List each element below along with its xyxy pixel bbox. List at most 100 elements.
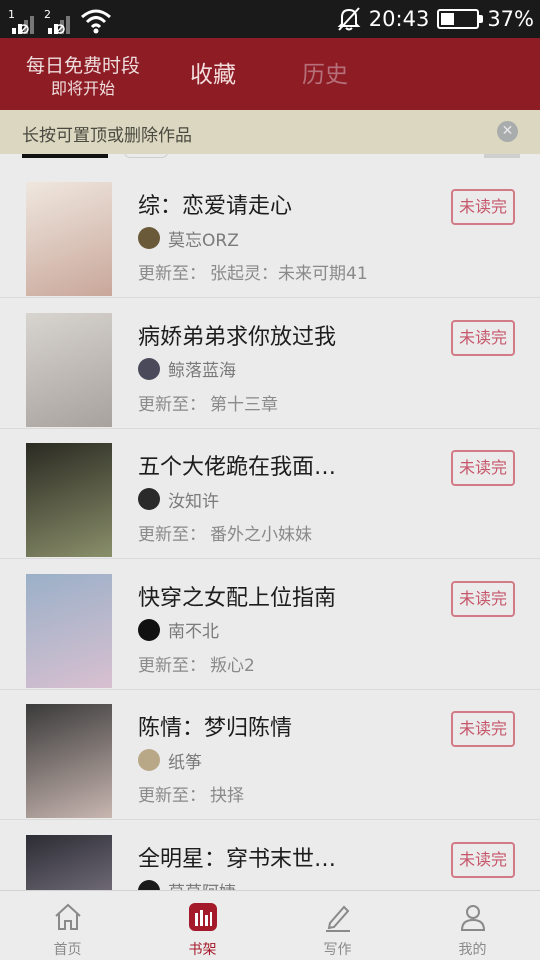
latest-chapter: 更新至： 抉择: [138, 781, 244, 806]
author-name: 纸筝: [168, 752, 202, 773]
author-name: 南不北: [168, 622, 219, 642]
unread-badge[interactable]: 未读完: [451, 450, 515, 486]
author-line: 纸筝: [138, 749, 202, 773]
latest-chapter: 更新至： 张起灵：未来可期41: [138, 259, 368, 284]
battery-percent: 37%: [487, 7, 534, 31]
tab-favorites[interactable]: 收藏: [190, 60, 236, 90]
cover-image: [26, 182, 112, 296]
book-cover[interactable]: [26, 182, 112, 296]
nav-label-write: 写作: [323, 942, 352, 958]
unread-badge[interactable]: 未读完: [451, 580, 515, 617]
book-row[interactable]: 陈情：梦归陈情纸筝更新至： 抉择 未读完: [0, 690, 540, 820]
author-line: 汝知许: [138, 488, 219, 512]
book-cover[interactable]: [26, 704, 112, 818]
battery-charging-icon: ⚡: [437, 9, 484, 29]
update-prefix: 更新至：: [138, 264, 206, 284]
nav-item-write[interactable]: 写作: [270, 891, 405, 960]
author-avatar: [138, 357, 160, 380]
author-line: 草草阿婕: [138, 878, 236, 890]
author-line: 鲸落蓝海: [138, 357, 236, 381]
cover-image: [26, 312, 112, 427]
tip-text: 长按可置顶或删除作品: [22, 126, 192, 146]
book-title[interactable]: 全明星：穿书末世…: [138, 841, 438, 873]
nav-item-bookshelf[interactable]: 书架: [135, 891, 270, 960]
signal-icon: [12, 16, 34, 34]
nav-item-profile[interactable]: 我的: [405, 891, 540, 960]
cover-image: [26, 704, 112, 818]
author-avatar: [138, 488, 160, 510]
author-line: 南不北: [138, 618, 219, 642]
promo-line1: 每日免费时段: [25, 55, 140, 77]
nav-item-home[interactable]: 首页: [0, 891, 135, 960]
book-list: 综：恋爱请走心 莫忘ORZ 更新至： 张起灵：未来可期41 未读完 病娇弟弟求你放过我 鲸落…: [0, 154, 540, 890]
mute-bell-icon: [337, 7, 361, 31]
update-prefix: 更新至：: [138, 786, 206, 806]
book-title[interactable]: 快穿之女配上位指南: [138, 580, 438, 612]
author-name: 草草阿婕: [168, 878, 236, 890]
cover-image: [26, 573, 112, 688]
chapter-name: 抉择: [210, 786, 244, 806]
book-title[interactable]: 病娇弟弟求你放过我: [138, 319, 438, 351]
remnant-block: [484, 154, 520, 158]
close-icon[interactable]: ✕: [497, 121, 518, 142]
unread-badge[interactable]: 未读完: [451, 841, 515, 878]
author-avatar: [138, 618, 160, 641]
chapter-name: 番外之小妹妹: [210, 525, 312, 545]
signal-indicators: 1 2: [8, 4, 112, 34]
wifi-icon: [81, 9, 111, 34]
latest-chapter: 更新至： 第十三章: [138, 390, 278, 415]
sim1-signal: 1: [8, 8, 38, 34]
bookshelf-icon: [188, 903, 217, 931]
promo-line2: 即将开始: [50, 79, 115, 98]
status-right: 20:43 ⚡ 37%: [337, 5, 534, 33]
unread-badge[interactable]: 未读完: [451, 319, 515, 356]
author-line: 莫忘ORZ: [138, 227, 239, 251]
book-row[interactable]: 全明星：穿书末世…草草阿婕更新至：未读完: [0, 821, 540, 890]
author-avatar: [138, 227, 160, 249]
book-title[interactable]: 陈情：梦归陈情: [138, 710, 438, 742]
book-cover[interactable]: [26, 834, 112, 890]
chapter-name: 叛心2: [210, 655, 255, 676]
book-cover[interactable]: [26, 312, 112, 427]
book-row[interactable]: 快穿之女配上位指南南不北更新至： 叛心2 未读完: [0, 560, 540, 690]
latest-chapter: 更新至： 叛心2: [138, 651, 255, 676]
charging-bolt-icon: ⚡: [452, 9, 464, 28]
book-cover[interactable]: [26, 443, 112, 557]
chapter-name: 第十三章: [210, 394, 278, 415]
update-prefix: 更新至：: [138, 394, 206, 415]
nav-label-home: 首页: [53, 942, 82, 958]
author-avatar: [138, 879, 160, 890]
clock: 20:43: [368, 7, 430, 31]
author-avatar: [138, 749, 160, 771]
author-name: 汝知许: [168, 491, 219, 512]
scroll-remnant: [0, 154, 540, 168]
signal-icon: [48, 16, 70, 34]
status-bar: 1 2 20:43 ⚡ 37%: [0, 0, 540, 38]
tab-history[interactable]: 历史: [302, 60, 348, 90]
app-header: 每日免费时段 即将开始 收藏 历史: [0, 38, 540, 110]
home-icon: [54, 903, 81, 930]
book-row[interactable]: 病娇弟弟求你放过我鲸落蓝海更新至： 第十三章 未读完: [0, 299, 540, 429]
author-name: 鲸落蓝海: [168, 361, 236, 381]
tip-bar: 长按可置顶或删除作品 ✕: [0, 110, 540, 154]
nav-label-bookshelf: 书架: [188, 942, 217, 958]
sim2-signal: 2: [44, 8, 74, 34]
bottom-nav: 首页 书架 写作 我的: [0, 890, 540, 960]
unread-badge[interactable]: 未读完: [451, 189, 515, 225]
book-cover[interactable]: [26, 573, 112, 688]
update-prefix: 更新至：: [138, 655, 206, 676]
cover-image: [26, 443, 112, 557]
user-icon: [460, 905, 485, 931]
author-name: 莫忘ORZ: [168, 230, 239, 251]
unread-badge[interactable]: 未读完: [451, 711, 515, 747]
chapter-name: 张起灵：未来可期41: [210, 264, 368, 284]
update-prefix: 更新至：: [138, 525, 206, 545]
book-title[interactable]: 五个大佬跪在我面…: [138, 449, 438, 481]
book-row[interactable]: 五个大佬跪在我面… 汝知许更新至： 番外之小妹妹 未读完: [0, 429, 540, 559]
remnant-pill: [124, 154, 168, 158]
nav-label-profile: 我的: [458, 942, 487, 958]
free-period-banner[interactable]: 每日免费时段 即将开始: [20, 54, 146, 100]
book-title[interactable]: 综：恋爱请走心: [138, 188, 438, 220]
pen-icon: [325, 905, 350, 932]
book-row[interactable]: 综：恋爱请走心莫忘ORZ 更新至： 张起灵：未来可期41 未读完: [0, 168, 540, 298]
